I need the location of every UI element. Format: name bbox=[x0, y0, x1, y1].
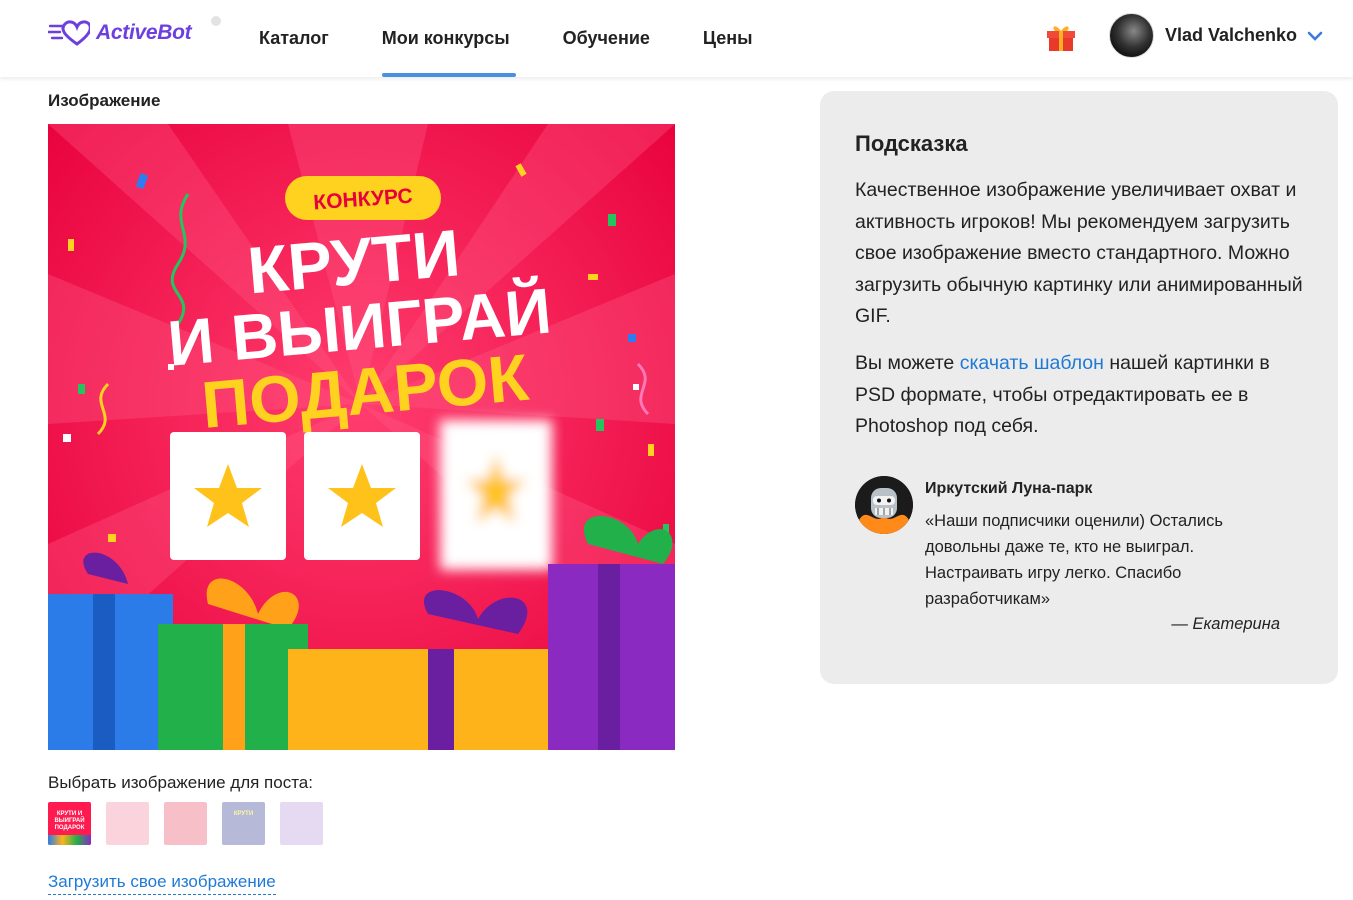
image-section-label: Изображение bbox=[48, 91, 161, 110]
hint-title: Подсказка bbox=[855, 131, 968, 156]
thumbnail-4[interactable]: КРУТИ bbox=[222, 802, 265, 845]
logo-dot bbox=[211, 16, 221, 26]
thumbnail-5[interactable] bbox=[280, 802, 323, 845]
thumbnail-3[interactable] bbox=[164, 802, 207, 845]
thumbnail-list: КРУТИ И ВЫИГРАЙ ПОДАРОК КРУТИ bbox=[48, 802, 323, 845]
main-nav: Каталог Мои конкурсы Обучение Цены bbox=[259, 0, 806, 77]
user-name: Vlad Valchenko bbox=[1165, 25, 1298, 45]
review-signature: — Екатерина bbox=[1171, 615, 1280, 633]
hint-paragraph-2: Вы можете скачать шаблон нашей картинки … bbox=[855, 348, 1315, 443]
top-navbar: ActiveBot Каталог Мои конкурсы Обучение … bbox=[0, 0, 1353, 77]
hint-paragraph-2-start: Вы можете bbox=[855, 352, 960, 374]
logo[interactable]: ActiveBot bbox=[48, 16, 221, 46]
thumbnail-2[interactable] bbox=[106, 802, 149, 845]
nav-item-learning[interactable]: Обучение bbox=[563, 0, 650, 77]
hint-panel: Подсказка Качественное изображение увели… bbox=[820, 91, 1338, 684]
nav-item-catalog[interactable]: Каталог bbox=[259, 0, 329, 77]
avatar bbox=[1109, 13, 1154, 58]
logo-heart-icon bbox=[48, 20, 90, 46]
hint-paragraph-1: Качественное изображение увеличивает охв… bbox=[855, 179, 1303, 327]
nav-item-prices[interactable]: Цены bbox=[703, 0, 753, 77]
thumbnail-text: КРУТИ bbox=[233, 811, 254, 817]
chevron-down-icon bbox=[1307, 31, 1323, 41]
thumbnail-text: КРУТИ И ВЫИГРАЙ ПОДАРОК bbox=[54, 811, 85, 831]
nav-item-my-contests[interactable]: Мои конкурсы bbox=[381, 0, 516, 77]
download-template-link[interactable]: скачать шаблон bbox=[960, 352, 1104, 374]
reviewer-avatar bbox=[855, 476, 913, 534]
review-text: «Наши подписчики оценили) Остались довол… bbox=[925, 512, 1223, 608]
thumbnail-1[interactable]: КРУТИ И ВЫИГРАЙ ПОДАРОК bbox=[48, 802, 91, 845]
user-menu[interactable]: Vlad Valchenko bbox=[1109, 13, 1323, 58]
logo-text: ActiveBot bbox=[96, 21, 192, 44]
contest-preview-image: КОНКУРС КРУТИ И ВЫИГРАЙ ПОДАРОК bbox=[48, 124, 675, 750]
choose-image-label: Выбрать изображение для поста: bbox=[48, 773, 313, 792]
poster-art: КОНКУРС КРУТИ И ВЫИГРАЙ ПОДАРОК bbox=[48, 124, 675, 750]
gift-icon[interactable] bbox=[1045, 21, 1077, 52]
upload-image-link[interactable]: Загрузить свое изображение bbox=[48, 872, 276, 895]
reviewer-name: Иркутский Луна-парк bbox=[925, 480, 1093, 497]
